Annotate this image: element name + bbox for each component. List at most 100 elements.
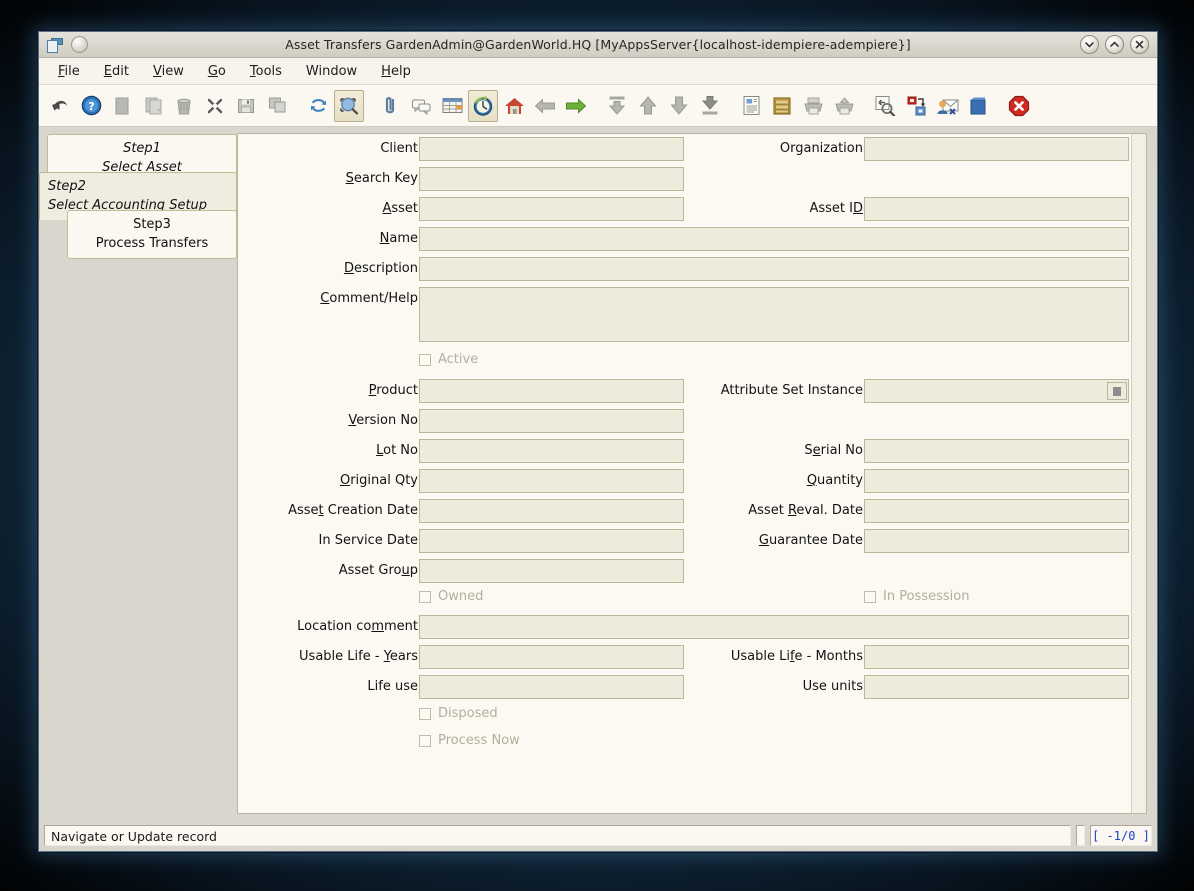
product-info-icon[interactable] bbox=[963, 90, 993, 122]
menu-go[interactable]: Go bbox=[197, 61, 237, 82]
exit-close-icon[interactable] bbox=[1004, 90, 1034, 122]
field-asset-group[interactable] bbox=[419, 559, 684, 583]
active-workflow-icon[interactable] bbox=[901, 90, 931, 122]
zoom-across-icon[interactable] bbox=[870, 90, 900, 122]
form-vertical-scrollbar[interactable] bbox=[1131, 134, 1146, 813]
field-product[interactable] bbox=[419, 379, 684, 403]
menubar: File Edit View Go Tools Window Help bbox=[39, 58, 1157, 85]
window-titlebar[interactable]: Asset Transfers GardenAdmin@GardenWorld.… bbox=[39, 32, 1157, 58]
checkbox-active[interactable]: Active bbox=[419, 348, 478, 372]
attribute-set-instance-button[interactable] bbox=[1107, 382, 1127, 400]
checkbox-disposed[interactable]: Disposed bbox=[419, 702, 498, 726]
label-product: Product bbox=[368, 383, 418, 398]
checkbox-owned-box bbox=[419, 591, 431, 603]
field-name[interactable] bbox=[419, 227, 1129, 251]
help-question-icon[interactable]: ? bbox=[76, 90, 106, 122]
attachment-paperclip-icon[interactable] bbox=[375, 90, 405, 122]
save-floppy-icon[interactable] bbox=[231, 90, 261, 122]
field-guarantee-date[interactable] bbox=[864, 529, 1129, 553]
chat-note-icon[interactable] bbox=[406, 90, 436, 122]
home-house-icon[interactable] bbox=[499, 90, 529, 122]
menu-view[interactable]: View bbox=[142, 61, 195, 82]
label-version-no: Version No bbox=[348, 413, 418, 428]
field-search-key[interactable] bbox=[419, 167, 684, 191]
menu-edit[interactable]: Edit bbox=[93, 61, 140, 82]
label-guarantee-date: Guarantee Date bbox=[758, 533, 863, 548]
menu-tools[interactable]: Tools bbox=[239, 61, 293, 82]
refresh-arrows-icon[interactable] bbox=[303, 90, 333, 122]
field-original-qty[interactable] bbox=[419, 469, 684, 493]
menu-help-label: elp bbox=[390, 63, 411, 79]
menu-help[interactable]: Help bbox=[370, 61, 422, 82]
field-client[interactable] bbox=[419, 137, 684, 161]
field-usable-life-months[interactable] bbox=[864, 645, 1129, 669]
label-client: Client bbox=[380, 141, 418, 156]
statusbar: Navigate or Update record [ -1/0 ] bbox=[39, 822, 1157, 851]
field-location-comment[interactable] bbox=[419, 615, 1129, 639]
label-asset-creation-date: Asset Creation Date bbox=[288, 503, 418, 518]
field-asset-creation-date[interactable] bbox=[419, 499, 684, 523]
field-description[interactable] bbox=[419, 257, 1129, 281]
delete-selection-scissors-icon[interactable] bbox=[200, 90, 230, 122]
svg-text:?: ? bbox=[88, 100, 94, 113]
window-controls bbox=[1080, 35, 1157, 54]
label-attribute-set-instance: Attribute Set Instance bbox=[720, 383, 863, 398]
step-1-title: Step1 bbox=[123, 141, 161, 156]
wizard-step-3[interactable]: Step3 Process Transfers bbox=[67, 210, 237, 259]
label-comment-help: Comment/Help bbox=[320, 291, 418, 306]
checkbox-process-now[interactable]: Process Now bbox=[419, 729, 520, 753]
status-message: Navigate or Update record bbox=[44, 824, 1071, 846]
new-record-icon[interactable] bbox=[107, 90, 137, 122]
field-organization[interactable] bbox=[864, 137, 1129, 161]
delete-trash-icon[interactable] bbox=[169, 90, 199, 122]
label-quantity: Quantity bbox=[806, 473, 863, 488]
field-comment-help[interactable] bbox=[419, 287, 1129, 342]
find-magnifier-icon[interactable] bbox=[334, 89, 364, 122]
copy-record-icon[interactable] bbox=[138, 90, 168, 122]
checkbox-in-possession[interactable]: In Possession bbox=[864, 585, 969, 609]
field-version-no[interactable] bbox=[419, 409, 684, 433]
next-record-icon[interactable] bbox=[664, 90, 694, 122]
field-attribute-set-instance[interactable] bbox=[864, 379, 1129, 403]
minimize-button[interactable] bbox=[1080, 35, 1099, 54]
previous-record-icon[interactable] bbox=[633, 90, 663, 122]
field-quantity[interactable] bbox=[864, 469, 1129, 493]
window-menu-dot-icon[interactable] bbox=[69, 35, 89, 55]
label-asset-reval-date: Asset Reval. Date bbox=[748, 503, 863, 518]
checkbox-owned[interactable]: Owned bbox=[419, 585, 483, 609]
status-spacer bbox=[1076, 824, 1085, 846]
print-icon[interactable] bbox=[829, 90, 859, 122]
menu-view-label: iew bbox=[161, 63, 184, 79]
asset-form: Client Organization Search Key Asset Ass… bbox=[238, 134, 1131, 813]
checkbox-disposed-label: Disposed bbox=[438, 706, 498, 721]
request-mail-icon[interactable] bbox=[932, 90, 962, 122]
label-use-units: Use units bbox=[802, 679, 863, 694]
step-3-title: Step3 bbox=[133, 217, 171, 232]
field-usable-life-years[interactable] bbox=[419, 645, 684, 669]
menu-file[interactable]: File bbox=[47, 61, 91, 82]
grid-toggle-icon[interactable] bbox=[437, 90, 467, 122]
last-record-icon[interactable] bbox=[695, 90, 725, 122]
forward-arrow-icon[interactable] bbox=[561, 90, 591, 122]
save-create-new-icon[interactable] bbox=[262, 90, 292, 122]
field-in-service-date[interactable] bbox=[419, 529, 684, 553]
field-life-use[interactable] bbox=[419, 675, 684, 699]
history-records-icon[interactable] bbox=[468, 89, 498, 122]
field-lot-no[interactable] bbox=[419, 439, 684, 463]
field-use-units[interactable] bbox=[864, 675, 1129, 699]
maximize-button[interactable] bbox=[1105, 35, 1124, 54]
back-arrow-icon[interactable] bbox=[530, 90, 560, 122]
report-document-icon[interactable] bbox=[736, 90, 766, 122]
undo-arrow-icon[interactable] bbox=[45, 90, 75, 122]
close-button[interactable] bbox=[1130, 35, 1149, 54]
checkbox-in-possession-label: In Possession bbox=[883, 589, 970, 604]
print-preview-icon[interactable] bbox=[798, 90, 828, 122]
field-asset[interactable] bbox=[419, 197, 684, 221]
field-asset-id[interactable] bbox=[864, 197, 1129, 221]
checkbox-disposed-box bbox=[419, 708, 431, 720]
menu-window[interactable]: Window bbox=[295, 61, 368, 82]
field-serial-no[interactable] bbox=[864, 439, 1129, 463]
archive-cabinet-icon[interactable] bbox=[767, 90, 797, 122]
field-asset-reval-date[interactable] bbox=[864, 499, 1129, 523]
first-record-icon[interactable] bbox=[602, 90, 632, 122]
